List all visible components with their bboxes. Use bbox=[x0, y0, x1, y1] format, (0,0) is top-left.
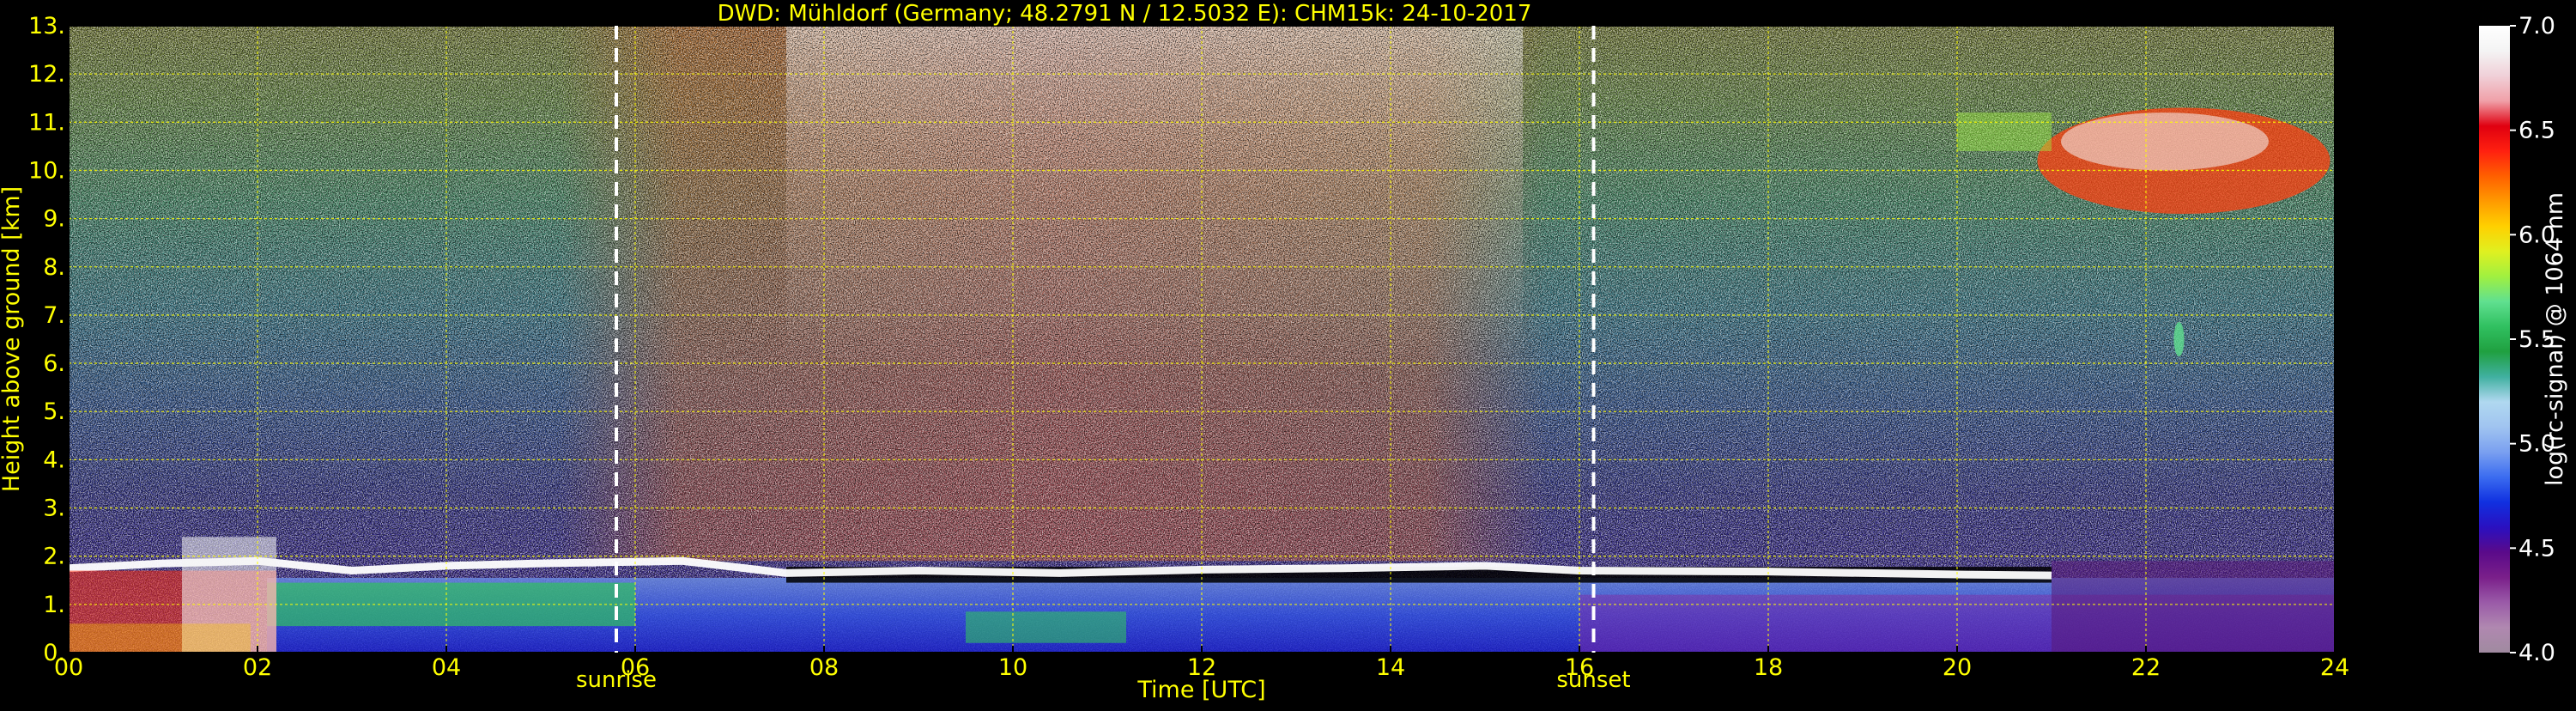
colorbar-label: log(rc-signal) @ 1064 nm bbox=[2542, 192, 2568, 486]
x-tick-label: 02 bbox=[243, 654, 272, 681]
colorbar-tick-label: 7.0 bbox=[2518, 13, 2555, 40]
y-tick-label: 13. bbox=[28, 13, 65, 40]
y-tick-label: 12. bbox=[28, 61, 65, 88]
colorbar-tick-label: 4.5 bbox=[2518, 535, 2555, 562]
x-tick-label: 06 bbox=[621, 654, 650, 681]
y-tick-label: 1. bbox=[43, 592, 65, 618]
x-tick-label: 08 bbox=[809, 654, 839, 681]
x-tick-label: 10 bbox=[998, 654, 1027, 681]
x-tick-label: 22 bbox=[2131, 654, 2161, 681]
x-tick-label: 16 bbox=[1565, 654, 1594, 681]
y-tick-label: 10. bbox=[28, 157, 65, 184]
x-tick-label: 20 bbox=[1943, 654, 1972, 681]
y-tick-label: 7. bbox=[43, 302, 65, 329]
y-tick-label: 9. bbox=[43, 206, 65, 233]
cirrus-edge bbox=[1957, 112, 2052, 151]
midday-green-band bbox=[966, 611, 1126, 643]
chart-title: DWD: Mühldorf (Germany; 48.2791 N / 12.5… bbox=[718, 1, 1532, 27]
x-axis-label: Time [UTC] bbox=[1136, 677, 1265, 703]
y-axis-label: Height above ground [km] bbox=[0, 186, 25, 492]
cirrus-white bbox=[2061, 112, 2269, 171]
night-cloud-yellow bbox=[69, 623, 251, 653]
chart-svg: sunrise sunset 00 02 04 06 08 10 12 14 16 18 20 22 24… bbox=[0, 1, 2568, 703]
y-tick-label: 3. bbox=[43, 495, 65, 522]
y-tick-label: 4. bbox=[43, 447, 65, 473]
x-tick-label: 24 bbox=[2320, 654, 2349, 681]
colorbar-gradient bbox=[2479, 26, 2510, 653]
lidar-backscatter-chart: sunrise sunset 00 02 04 06 08 10 12 14 16 18 20 22 24… bbox=[0, 0, 2576, 708]
y-tick-label: 8. bbox=[43, 254, 65, 281]
x-tick-label: 14 bbox=[1376, 654, 1405, 681]
evening-residual-layer bbox=[2052, 561, 2335, 653]
small-cloud-fragment bbox=[2173, 322, 2185, 356]
colorbar: 4.04.55.05.56.06.57.0 log(rc-signal) @ 1… bbox=[2479, 13, 2568, 666]
colorbar-tick-label: 6.5 bbox=[2518, 118, 2555, 144]
y-tick-label: 11. bbox=[28, 109, 65, 136]
y-tick-label: 6. bbox=[43, 350, 65, 377]
x-tick-label: 04 bbox=[432, 654, 461, 681]
colorbar-tick-label: 4.0 bbox=[2518, 640, 2555, 666]
y-tick-label: 0. bbox=[43, 640, 65, 666]
y-tick-label: 2. bbox=[43, 544, 65, 570]
x-tick-label: 18 bbox=[1754, 654, 1783, 681]
y-tick-label: 5. bbox=[43, 398, 65, 425]
y-axis-ticks: 0. 1. 2. 3. 4. 5. 6. 7. 8. 9. 10. 11. 12. 13. bbox=[28, 13, 65, 666]
